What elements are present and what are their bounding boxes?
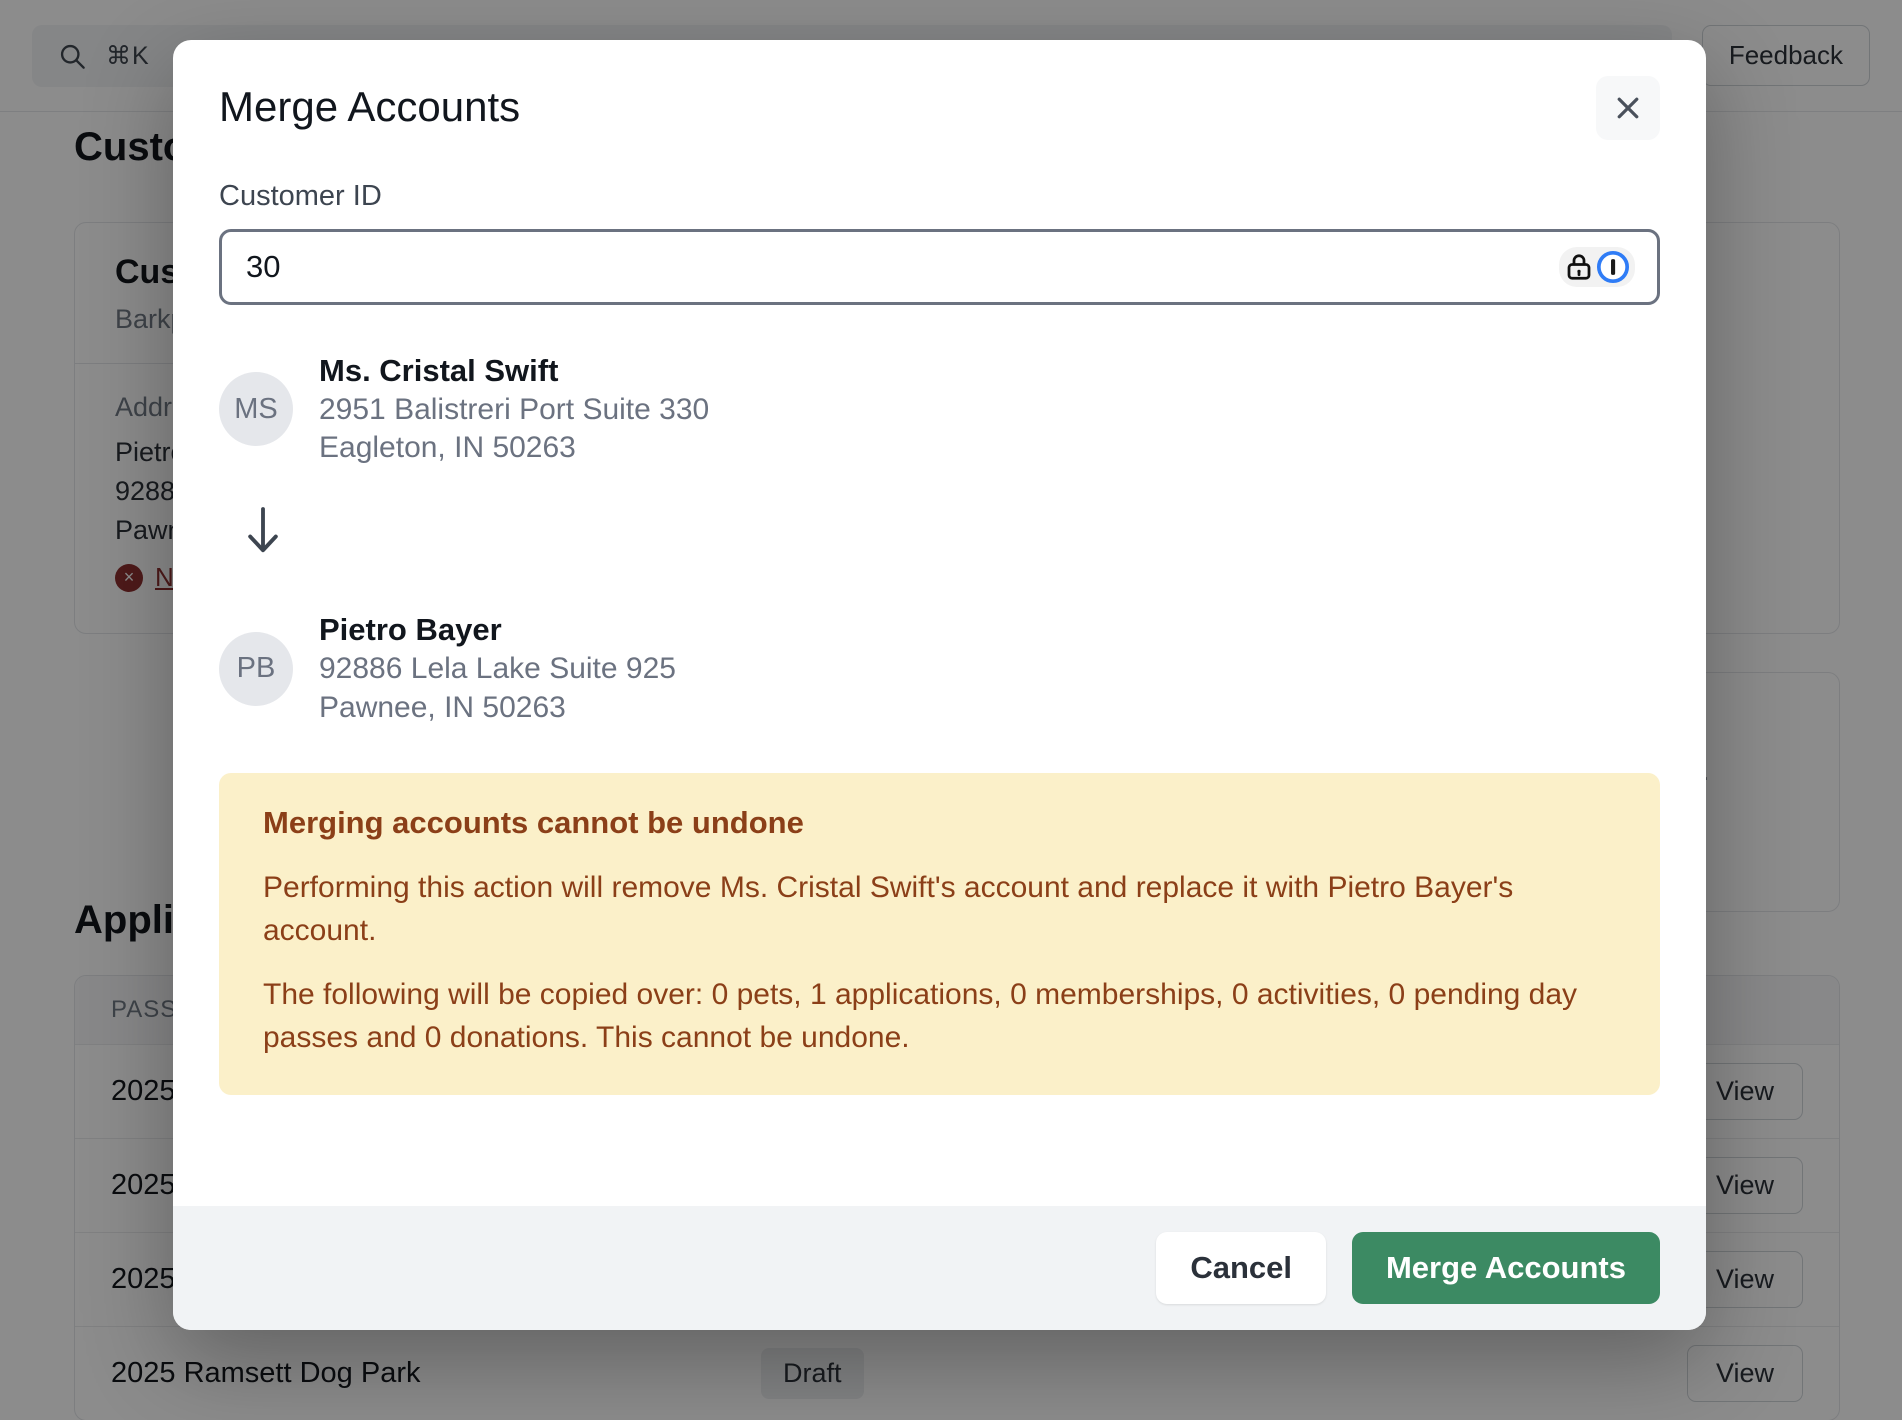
page-root: ⌘K Feedback Customer Customer Barkpass A… — [0, 0, 1902, 1420]
alert-paragraph-1: Performing this action will remove Ms. C… — [263, 870, 1514, 947]
alert-title: Merging accounts cannot be undone — [263, 804, 804, 840]
source-account-name: Ms. Cristal Swift — [319, 353, 559, 388]
source-account-address-line1: 2951 Balistreri Port Suite 330 — [319, 392, 710, 426]
merge-accounts-dialog: Merge Accounts Customer ID 30 MS Ms. Cri… — [173, 40, 1706, 1330]
source-account: MS Ms. Cristal Swift 2951 Balistreri Por… — [219, 351, 1660, 467]
search-icon — [60, 44, 85, 69]
customer-id-value: 30 — [246, 249, 281, 284]
merge-accounts-button[interactable]: Merge Accounts — [1351, 1232, 1660, 1304]
search-shortcut-hint: ⌘K — [106, 41, 150, 70]
target-account-info: Pietro Bayer 92886 Lela Lake Suite 925 P… — [319, 610, 676, 726]
source-account-address-line2: Eagleton, IN 50263 — [319, 431, 576, 465]
customer-id-input[interactable]: 30 — [219, 229, 1660, 305]
cell-pass: 2025 Ramsett Dog Park — [111, 1357, 421, 1389]
status-badge: Draft — [761, 1348, 864, 1399]
source-account-info: Ms. Cristal Swift 2951 Balistreri Port S… — [319, 351, 709, 467]
target-account-name: Pietro Bayer — [319, 612, 502, 648]
dialog-body: Merge Accounts Customer ID 30 MS Ms. Cri… — [173, 40, 1706, 1206]
avatar: PB — [219, 631, 293, 706]
cancel-button[interactable]: Cancel — [1156, 1232, 1326, 1304]
onepassword-icon[interactable] — [1596, 250, 1630, 284]
merge-direction — [241, 503, 1660, 564]
dialog-footer: Cancel Merge Accounts — [173, 1206, 1706, 1330]
error-circle-icon: × — [115, 563, 143, 592]
password-manager-badges[interactable] — [1559, 247, 1635, 287]
arrow-down-icon — [248, 507, 278, 553]
dialog-title: Merge Accounts — [219, 83, 521, 130]
target-account-address-line1: 92886 Lela Lake Suite 925 — [319, 652, 676, 686]
close-icon — [1617, 97, 1639, 119]
alert-paragraph-2: The following will be copied over: 0 pet… — [263, 978, 1578, 1054]
cell-status: Draft — [761, 1348, 1181, 1399]
merge-warning-alert: Merging accounts cannot be undone Perfor… — [219, 772, 1660, 1096]
table-row[interactable]: 2025 Ramsett Dog Park Draft View — [75, 1326, 1839, 1420]
view-button[interactable]: View — [1686, 1345, 1803, 1402]
target-account: PB Pietro Bayer 92886 Lela Lake Suite 92… — [219, 610, 1660, 726]
customer-id-label: Customer ID — [219, 180, 382, 212]
avatar: MS — [219, 372, 293, 447]
target-account-address-line2: Pawnee, IN 50263 — [319, 690, 566, 724]
close-button[interactable] — [1596, 76, 1660, 140]
lock-icon[interactable] — [1564, 252, 1594, 282]
feedback-button[interactable]: Feedback — [1701, 25, 1870, 86]
dialog-header: Merge Accounts — [219, 76, 1660, 140]
